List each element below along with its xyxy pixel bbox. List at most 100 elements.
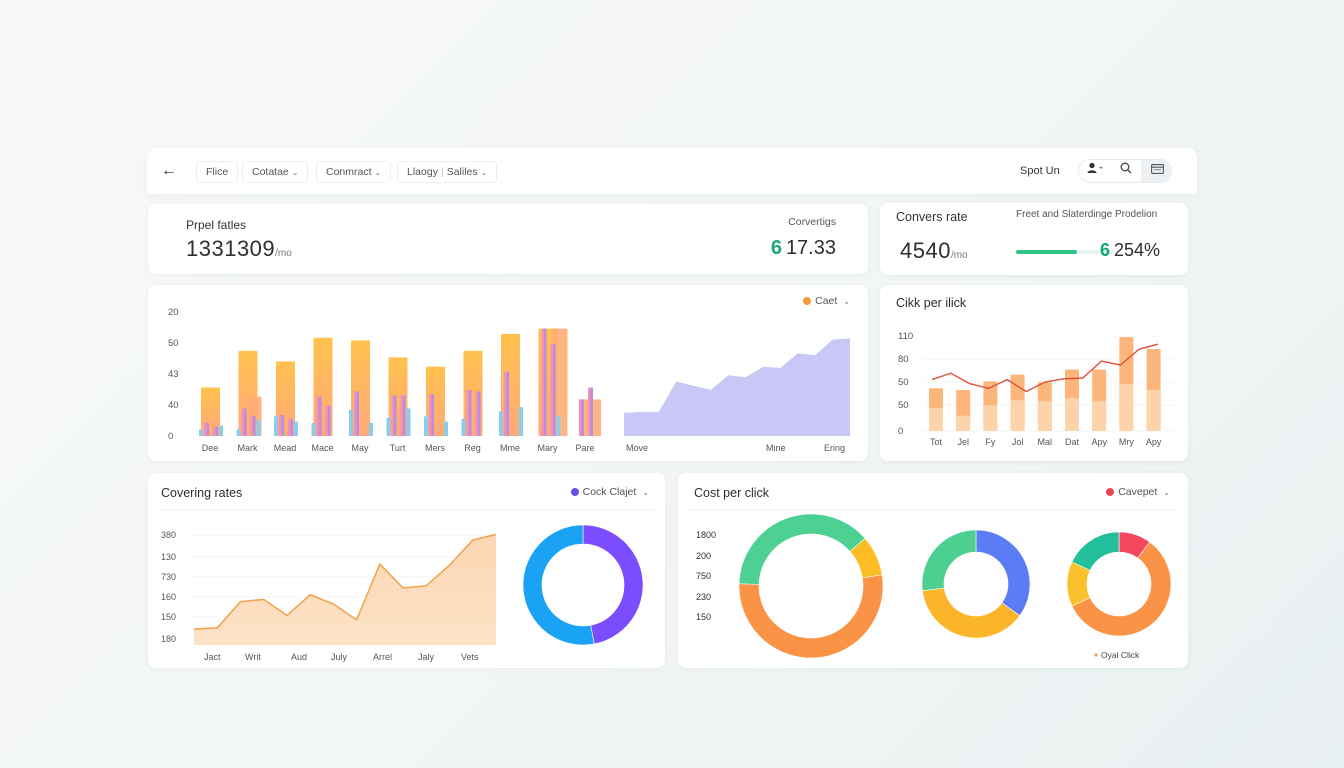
bar-purple [431, 394, 434, 436]
bar-purple [394, 395, 397, 436]
bar-orange [351, 340, 370, 436]
y-tick-label: 380 [161, 530, 176, 540]
y-tick-label: 150 [161, 612, 176, 622]
bar-blue [199, 429, 203, 436]
donut-slice [921, 529, 977, 592]
kpi-accent: 6 [770, 237, 782, 259]
donut-slice [975, 529, 1031, 617]
back-button[interactable]: ← [159, 161, 179, 181]
area-fill [194, 534, 496, 645]
x-tick-label: Aud [291, 652, 307, 662]
filter-llaogy-saliles[interactable]: Llaogy | Saliles ⌄ [397, 161, 498, 183]
filter-label: Llaogy [407, 166, 438, 178]
area-lavender [624, 338, 850, 436]
x-tick-label: Jel [957, 437, 969, 447]
kpi-secondary-value: 6 17.33 [771, 237, 836, 260]
bar-purple [581, 399, 584, 436]
bar-orange [501, 333, 520, 436]
bar-base [1037, 401, 1052, 431]
x-tick-label: May [351, 443, 369, 453]
donut-slice [738, 513, 866, 585]
window-icon [1150, 164, 1164, 174]
bar-blue [311, 422, 316, 436]
search-icon [1120, 162, 1132, 174]
bar-blue [349, 409, 353, 436]
x-tick-label: Dee [202, 443, 219, 453]
bar-pink [550, 344, 553, 436]
x-tick-label: Jol [1012, 437, 1024, 447]
x-tick-label: Move [626, 443, 648, 453]
x-tick-label: Mine [766, 443, 786, 453]
bar-pink [466, 390, 469, 436]
bar-blue [406, 408, 411, 436]
x-tick-label: Reg [464, 443, 481, 453]
bar-pink [213, 426, 216, 436]
bar-pink [241, 408, 244, 436]
kpi-secondary-number: 254% [1114, 240, 1161, 260]
y-tick-label: 80 [898, 354, 909, 365]
kpi-label: Convers rate [896, 210, 968, 224]
y-tick-label: 110 [898, 331, 913, 342]
bar-purple [544, 328, 547, 436]
bar-purple [328, 405, 331, 436]
bar-purple [206, 422, 209, 436]
click-per-click-card: Cikk per ilick 0 50 50 80 110 Tot Jel Fy Jol Mal D… [880, 285, 1188, 461]
bar-base [1065, 398, 1079, 431]
bar-pink [504, 371, 507, 436]
y-tick-label: 0 [898, 426, 903, 437]
covering-rates-chart: 180 150 160 730 130 380 Jact Writ Aud July Arrel Ja… [161, 524, 644, 662]
bar-pink [325, 405, 328, 436]
arrow-left-icon: ← [161, 162, 177, 179]
filter-label: Flice [206, 166, 229, 178]
bar-base [1146, 389, 1161, 431]
bar-pink [250, 416, 253, 436]
toolbar-pill [1078, 159, 1172, 183]
kpi-secondary-label: Corvertigs [788, 216, 836, 228]
kpi-value: 1331309/mo [186, 236, 292, 262]
bar-purple [553, 344, 556, 436]
x-tick-label: Pare [575, 443, 594, 453]
bar-blue [386, 417, 391, 436]
filter-cotatae[interactable]: Cotatae ⌄ [242, 161, 309, 183]
y-tick-label: 730 [161, 572, 176, 582]
kpi-label: Prpel fatles [186, 218, 247, 232]
legend-dot [1094, 653, 1098, 657]
kpi-value: 4540/mo [900, 238, 968, 264]
filter-conmract[interactable]: Conmract ⌄ [316, 161, 392, 183]
filter-label: Cotatae [252, 166, 289, 178]
bar-purple [403, 395, 406, 436]
bar-purple [281, 415, 284, 436]
x-tick-label: Mace [311, 443, 333, 453]
x-tick-label: Mry [1119, 437, 1134, 447]
covering-rates-card: Covering rates Cock Clajet ⌄ 180 150 160 730… [148, 473, 665, 668]
window-button[interactable] [1141, 160, 1171, 182]
bar-base [1010, 400, 1025, 431]
bar-pink [279, 415, 282, 436]
filter-flice[interactable]: Flice [196, 161, 239, 183]
y-tick-label: 0 [168, 431, 173, 442]
bar-purple [356, 391, 359, 436]
chevron-down-icon: ⌄ [374, 168, 382, 177]
user-menu-button[interactable] [1079, 160, 1111, 182]
y-tick-label: 20 [168, 307, 179, 318]
bar-blue [461, 418, 466, 436]
kpi-number: 1331309 [186, 236, 276, 261]
bar-base [983, 405, 998, 431]
bar-purple [290, 418, 293, 436]
bar-pink [429, 394, 432, 436]
main-bar-chart: 0 40 43 50 20 Dee Mark Mead Mace May Turt Mers Reg Mm… [168, 307, 850, 453]
search-button[interactable] [1111, 160, 1141, 182]
x-tick-label: Jact [204, 652, 221, 662]
bar-base [956, 415, 971, 431]
bar-pink [288, 418, 291, 436]
x-tick-label: Arrel [373, 652, 392, 662]
x-tick-label: Ering [824, 443, 845, 453]
y-tick-label: 43 [168, 369, 179, 380]
chevron-down-icon: ⌄ [480, 168, 488, 177]
dashboard-frame: ← Flice Cotatae ⌄ Conmract ⌄ Llaogy | Salile… [147, 148, 1197, 670]
y-tick-label: 150 [696, 612, 711, 622]
y-tick-label: 50 [898, 400, 909, 411]
bar-blue [499, 411, 503, 436]
main-bar-chart-card: Caet ⌄ 0 40 43 50 20 Dee Mark Mead Mace May Turt Mer… [148, 285, 868, 461]
kpi-secondary-number: 17.33 [785, 237, 836, 259]
